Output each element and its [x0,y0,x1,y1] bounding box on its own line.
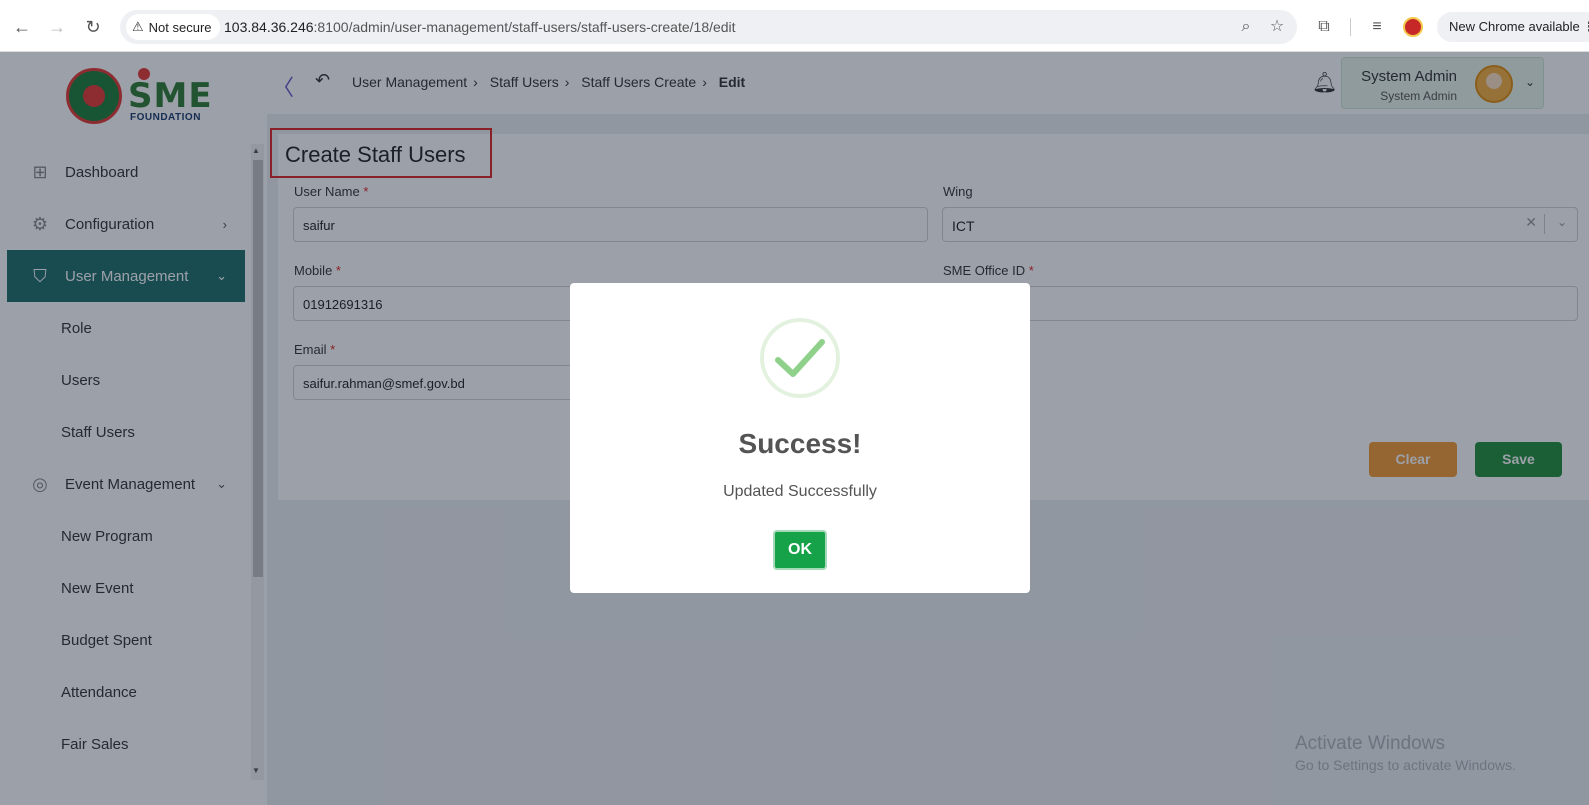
address-bar[interactable]: ⚠ Not secure 103.84.36.246:8100/admin/us… [120,10,1297,44]
update-chrome-button[interactable]: New Chrome available ⋮ [1437,12,1589,42]
zoom-icon[interactable]: ⌕ [1237,18,1255,36]
dialog-message: Updated Successfully [723,483,877,500]
url-host: 103.84.36.246 [224,19,314,35]
dialog-title: Success! [738,428,862,459]
media-controls-icon[interactable]: ≡ [1366,16,1388,38]
checkmark-icon [775,339,825,377]
back-arrow-icon[interactable]: ← [11,16,33,38]
forward-arrow-icon[interactable]: → [46,16,68,38]
security-label: Not secure [148,19,212,35]
success-dialog: Success! Updated Successfully OK [570,283,1030,593]
profile-avatar-icon[interactable] [1403,17,1423,37]
reload-icon[interactable]: ↻ [82,16,104,38]
ok-button[interactable]: OK [773,530,827,570]
more-menu-icon[interactable]: ⋮ [1583,12,1589,42]
success-check-icon [760,318,840,398]
warning-icon: ⚠ [132,19,144,34]
security-chip[interactable]: ⚠ Not secure [126,14,220,40]
bookmark-star-icon[interactable]: ☆ [1268,18,1286,36]
toolbar-divider [1350,18,1351,36]
extensions-icon[interactable]: ⧉ [1313,16,1335,38]
update-chrome-label: New Chrome available [1449,19,1580,34]
url-text[interactable]: 103.84.36.246:8100/admin/user-management… [224,19,736,35]
url-path: :8100/admin/user-management/staff-users/… [313,19,736,35]
browser-toolbar: ← → ↻ ⚠ Not secure 103.84.36.246:8100/ad… [0,0,1589,52]
